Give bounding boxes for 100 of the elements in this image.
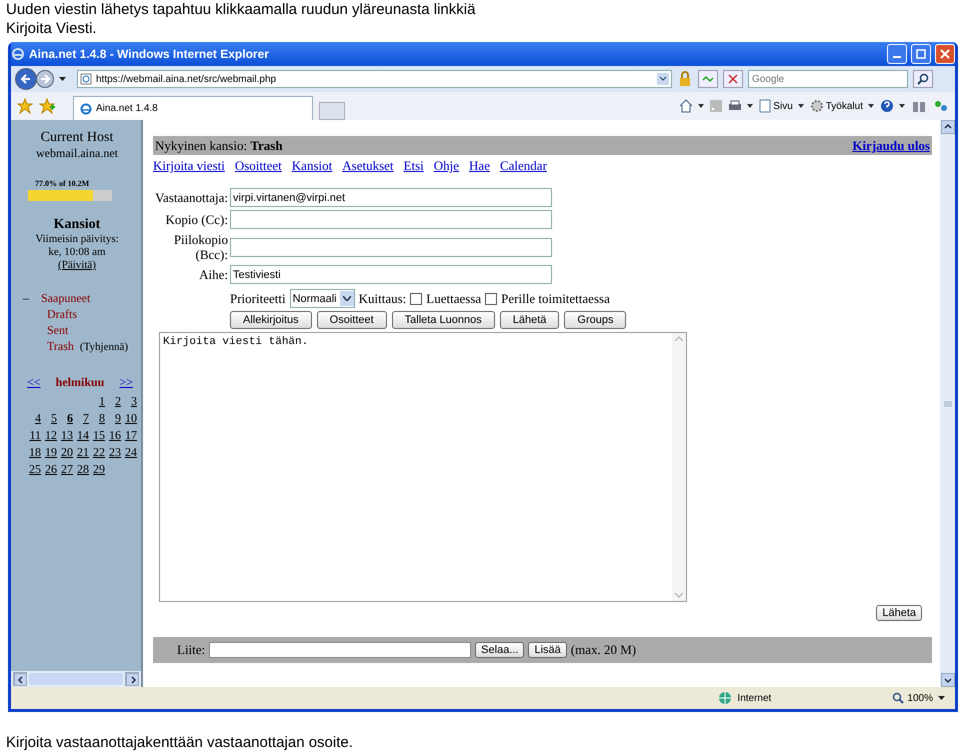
form-button[interactable]: Groups [564,311,626,329]
calendar-day[interactable]: 26 [41,462,57,477]
calendar-day[interactable]: 7 [73,411,89,426]
calendar-day[interactable]: 6 [57,411,73,426]
calendar-day[interactable]: 28 [73,462,89,477]
maximize-button[interactable] [911,44,931,64]
calendar-day[interactable]: 1 [89,394,105,409]
nav-link[interactable]: Calendar [500,158,547,174]
vertical-scrollbar[interactable] [940,120,955,687]
help-button[interactable] [880,99,905,113]
refresh-button[interactable] [698,70,718,88]
message-body-field[interactable]: Kirjoita viesti tähän. [159,332,687,602]
calendar-day[interactable]: 9 [105,411,121,426]
send-button[interactable]: Läheta [876,605,922,621]
scroll-right-icon[interactable] [125,672,139,686]
input-field[interactable]: virpi.virtanen@virpi.net [230,188,552,207]
collapse-toggle[interactable]: – [23,290,35,306]
folder-link[interactable]: Drafts [47,306,77,322]
add-button[interactable]: Lisää [528,642,567,658]
address-field[interactable]: https://webmail.aina.net/src/webmail.php [77,70,672,88]
nav-link[interactable]: Hae [469,158,490,174]
horizontal-scrollbar[interactable] [11,671,141,687]
browse-button[interactable]: Selaa... [475,642,524,658]
checkbox[interactable] [410,292,422,304]
calendar-day[interactable]: 21 [73,445,89,460]
nav-link[interactable]: Kirjoita viesti [153,158,225,174]
caret-icon [899,104,905,108]
zoom-button[interactable]: 100% [892,692,933,704]
calendar-day[interactable]: 3 [121,394,137,409]
calendar-day[interactable]: 20 [57,445,73,460]
back-button[interactable] [15,68,37,90]
calendar-day[interactable]: 25 [25,462,41,477]
calendar-day[interactable]: 11 [25,428,41,443]
calendar-day[interactable]: 14 [73,428,89,443]
scroll-up-icon[interactable] [940,120,954,134]
nav-link[interactable]: Osoitteet [234,158,282,174]
calendar-day[interactable]: 29 [89,462,105,477]
forward-button[interactable] [36,70,54,88]
input-field[interactable]: Testiviesti [230,265,552,284]
close-button[interactable] [935,44,955,64]
search-button[interactable] [913,70,933,88]
calendar-day[interactable]: 2 [105,394,121,409]
star-icon[interactable] [17,98,33,114]
stop-button[interactable] [723,70,743,88]
calendar-day[interactable]: 18 [25,445,41,460]
next-month-link[interactable]: >> [119,375,133,390]
checkbox-label: Luettaessa [426,290,482,306]
printer-icon [728,100,742,112]
refresh-link[interactable]: (Päivitä) [17,259,137,272]
add-favorite-icon[interactable] [39,98,55,114]
dropdown-arrow-icon[interactable] [59,77,66,81]
caption-text: Kirjoita vastaanottajakenttään vastaanottajan osoite. [5,733,353,752]
nav-link[interactable]: Asetukset [342,158,394,174]
magnifier-icon [892,692,904,704]
dropdown-arrow-icon[interactable] [938,696,945,700]
tools-menu-button[interactable]: Työkalut [810,99,874,113]
nav-link[interactable]: Etsi [404,158,424,174]
calendar-day[interactable]: 19 [41,445,57,460]
search-field[interactable]: Google [748,70,908,88]
form-button[interactable]: Lähetä [500,311,560,329]
form-button[interactable]: Osoitteet [316,311,387,329]
calendar-day[interactable]: 5 [41,411,57,426]
maximize-icon [916,49,926,59]
folder-link[interactable]: Saapuneet [41,290,90,306]
logout-link[interactable]: Kirjaudu ulos [852,138,930,154]
calendar-day[interactable]: 4 [25,411,41,426]
calendar-day[interactable]: 22 [89,445,105,460]
calendar-day[interactable]: 15 [89,428,105,443]
form-button[interactable]: Allekirjoitus [230,311,312,329]
nav-link[interactable]: Ohje [434,158,460,174]
scroll-left-icon[interactable] [13,672,27,686]
calendar-day[interactable]: 23 [105,445,121,460]
empty-trash-link[interactable]: (Tyhjennä) [80,339,128,355]
minimize-button[interactable] [887,44,907,64]
form-button[interactable]: Talleta Luonnos [392,311,495,329]
folder-link[interactable]: Trash [47,338,74,354]
attachment-field[interactable] [209,642,472,658]
scroll-down-icon[interactable] [940,673,954,687]
input-field[interactable] [230,238,552,256]
calendar-day[interactable]: 10 [121,411,137,426]
previous-month-link[interactable]: << [27,375,41,390]
print-button[interactable] [728,100,754,112]
input-field[interactable] [230,210,552,229]
calendar-day[interactable]: 24 [121,445,137,460]
calendar-day[interactable]: 8 [89,411,105,426]
home-button[interactable] [679,99,704,113]
calendar-day[interactable]: 12 [41,428,57,443]
checkbox[interactable] [485,292,498,304]
calendar-day[interactable]: 16 [105,428,121,443]
field-label: Vastaanottaja: [154,190,228,205]
calendar-day[interactable]: 13 [57,428,73,443]
priority-select[interactable]: Normaali [290,289,355,308]
folder-link[interactable]: Sent [47,322,68,338]
folders-title: Kansiot [52,217,102,233]
nav-link[interactable]: Kansiot [292,158,332,174]
page-menu-button[interactable]: Sivu [759,99,804,113]
browser-tab[interactable]: Aina.net 1.4.8 [73,96,313,120]
calendar-day[interactable]: 17 [121,428,137,443]
padlock-icon[interactable] [677,71,693,87]
calendar-day[interactable]: 27 [57,462,73,477]
